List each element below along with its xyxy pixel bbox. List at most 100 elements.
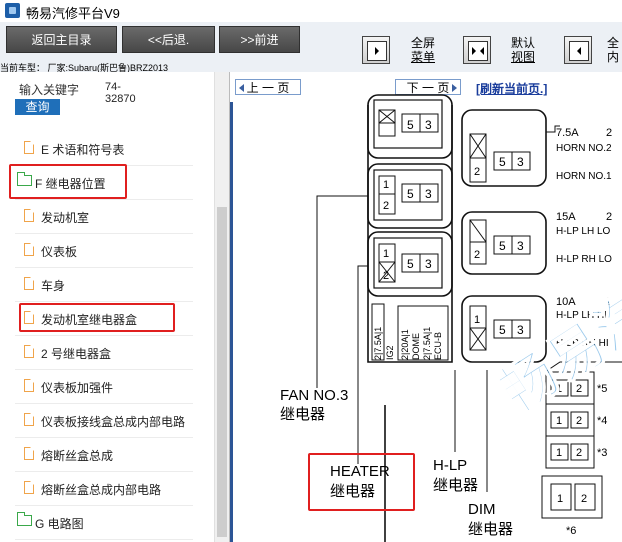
toolbar: 返回主目录 <<后退. >>前进 全屏 菜单 默认 视图 全 内 当前车型： 厂… bbox=[0, 22, 622, 73]
svg-text:5: 5 bbox=[499, 155, 506, 169]
fullscreen-menu-label[interactable]: 全屏 菜单 bbox=[405, 36, 441, 64]
svg-text:1: 1 bbox=[474, 314, 480, 326]
sidebar-scrollbar[interactable] bbox=[214, 72, 229, 542]
note-star-3: *3 bbox=[597, 447, 607, 459]
tree-item-fuse-box[interactable]: 熔断丝盒总成 bbox=[15, 438, 193, 472]
svg-text:5: 5 bbox=[499, 323, 506, 337]
relay-left-2: 1 2 5 3 bbox=[367, 163, 453, 229]
svg-text:3: 3 bbox=[425, 118, 432, 132]
svg-text:3: 3 bbox=[517, 239, 524, 253]
svg-text:2: 2 bbox=[474, 166, 480, 178]
document-icon bbox=[24, 141, 34, 154]
tree-item-circuit-diagram[interactable]: G 电路图 bbox=[15, 506, 193, 540]
relay-diagram: 5 3 1 2 5 3 1 2 5 3 2|7.5A|1 IG2 2|20A|1… bbox=[280, 94, 622, 542]
fullscreen-menu-toggle[interactable] bbox=[362, 36, 390, 64]
note-star-4: *4 bbox=[597, 415, 607, 427]
forward-button[interactable]: >>前进 bbox=[219, 26, 300, 53]
svg-text:2: 2 bbox=[383, 270, 389, 282]
pane-left-icon bbox=[367, 41, 387, 61]
search-button[interactable]: 查询 bbox=[15, 99, 60, 115]
svg-text:2: 2 bbox=[576, 415, 582, 427]
back-to-main-button[interactable]: 返回主目录 bbox=[6, 26, 117, 53]
svg-text:5: 5 bbox=[407, 118, 414, 132]
sidebar: 输入关键字 74- 32870 查询 E 术语和符号表 F 继电器位置 发动机室… bbox=[0, 72, 230, 542]
document-icon bbox=[24, 345, 34, 358]
fuse-ig2: 2|7.5A|1 bbox=[373, 327, 383, 360]
fuse-dome: 2|20A|1 bbox=[400, 329, 410, 360]
fuse-ecub-name: ECU-B bbox=[433, 332, 443, 360]
fuse-horn-amp: 7.5A bbox=[556, 127, 579, 139]
label-horn-no1: HORN NO.1 bbox=[556, 171, 612, 182]
document-icon bbox=[24, 277, 34, 290]
label-relay: 继电器 bbox=[433, 477, 478, 494]
watermark: 畅易汽修 bbox=[488, 249, 622, 424]
fuse-ecub: 2|7.5A|1 bbox=[422, 327, 432, 360]
svg-text:3: 3 bbox=[517, 155, 524, 169]
window-title: 畅易汽修平台V9 bbox=[26, 6, 120, 21]
search-label: 输入关键字 bbox=[19, 83, 80, 97]
pane-right-icon bbox=[569, 41, 589, 61]
svg-text:1: 1 bbox=[556, 447, 562, 459]
fullscreen-content-toggle[interactable] bbox=[564, 36, 592, 64]
document-icon bbox=[24, 413, 34, 426]
label-fan-no3: FAN NO.3 bbox=[280, 387, 348, 404]
pin-label: 3 bbox=[425, 187, 432, 201]
tree-item-terms[interactable]: E 术语和符号表 bbox=[15, 132, 193, 166]
highlight-engine-relay-box bbox=[19, 303, 175, 332]
pane-split-icon bbox=[468, 41, 488, 61]
tree-item-panel-reinforcement[interactable]: 仪表板加强件 bbox=[15, 370, 193, 404]
tree-item-body[interactable]: 车身 bbox=[15, 268, 193, 302]
tree-item-fuse-box-circuit[interactable]: 熔断丝盒总成内部电路 bbox=[15, 472, 193, 506]
svg-text:2: 2 bbox=[474, 249, 480, 261]
highlight-heater-relay bbox=[308, 453, 415, 511]
relay-left-1: 5 3 bbox=[367, 94, 453, 159]
svg-text:5: 5 bbox=[407, 257, 414, 271]
tree-item-engine-room[interactable]: 发动机室 bbox=[15, 200, 193, 234]
fuse-ig2-name: IG2 bbox=[385, 345, 395, 360]
pin-label: 1 bbox=[383, 179, 389, 191]
svg-text:2: 2 bbox=[581, 493, 587, 505]
label-relay: 继电器 bbox=[280, 406, 325, 423]
pin-label: 5 bbox=[407, 187, 414, 201]
svg-text:1: 1 bbox=[556, 415, 562, 427]
default-view-toggle[interactable] bbox=[463, 36, 491, 64]
label-relay: 继电器 bbox=[468, 521, 513, 538]
title-bar: 畅易汽修平台V9 bbox=[0, 0, 622, 23]
tree-item-junction-box-circuit[interactable]: 仪表板接线盒总成内部电路 bbox=[15, 404, 193, 438]
tree-item-instrument-panel[interactable]: 仪表板 bbox=[15, 234, 193, 268]
fuse-horn-pos: 2 bbox=[606, 127, 612, 139]
fullscreen-content-label[interactable]: 全 内 bbox=[605, 36, 621, 64]
fuse-hlp-hi-amp: 10A bbox=[556, 296, 576, 308]
folder-open-icon bbox=[17, 512, 32, 526]
svg-text:5: 5 bbox=[499, 239, 506, 253]
document-icon bbox=[24, 481, 34, 494]
svg-text:2: 2 bbox=[576, 447, 582, 459]
pin-label: 2 bbox=[383, 200, 389, 212]
fuse-hlp-lo-pos: 2 bbox=[606, 211, 612, 223]
relay-right-2: 2 5 3 bbox=[461, 211, 547, 275]
search-input[interactable]: 74- 32870 bbox=[105, 81, 136, 105]
default-view-label[interactable]: 默认 视图 bbox=[505, 36, 541, 64]
label-horn-no2: HORN NO.2 bbox=[556, 143, 612, 154]
vertical-fuses: 2|7.5A|1 IG2 2|20A|1 DOME 2|7.5A|1 ECU-B bbox=[371, 303, 449, 361]
svg-text:1: 1 bbox=[383, 248, 389, 260]
scroll-thumb[interactable] bbox=[217, 207, 227, 537]
note-star-5: *5 bbox=[597, 383, 607, 395]
relay-left-3: 1 2 5 3 bbox=[367, 231, 453, 297]
document-icon bbox=[24, 447, 34, 460]
label-hlp: H-LP bbox=[433, 457, 467, 474]
label-hlp-rh-lo: H-LP RH LO bbox=[556, 254, 612, 265]
svg-text:3: 3 bbox=[517, 323, 524, 337]
highlight-relay-location bbox=[9, 164, 127, 199]
svg-text:1: 1 bbox=[557, 493, 563, 505]
tree-item-relay-box-2[interactable]: 2 号继电器盒 bbox=[15, 336, 193, 370]
back-button[interactable]: <<后退. bbox=[122, 26, 215, 53]
document-icon bbox=[24, 209, 34, 222]
document-icon bbox=[24, 379, 34, 392]
document-icon bbox=[24, 243, 34, 256]
label-hlp-lh-lo: H-LP LH LO bbox=[556, 226, 611, 237]
fuse-dome-name: DOME bbox=[411, 333, 421, 360]
diagram-viewer: 上 一 页 下 一 页 [刷新当前页.] 5 3 1 2 5 3 1 2 5 3… bbox=[230, 72, 622, 542]
svg-text:3: 3 bbox=[425, 257, 432, 271]
fuse-hlp-lo-amp: 15A bbox=[556, 211, 576, 223]
